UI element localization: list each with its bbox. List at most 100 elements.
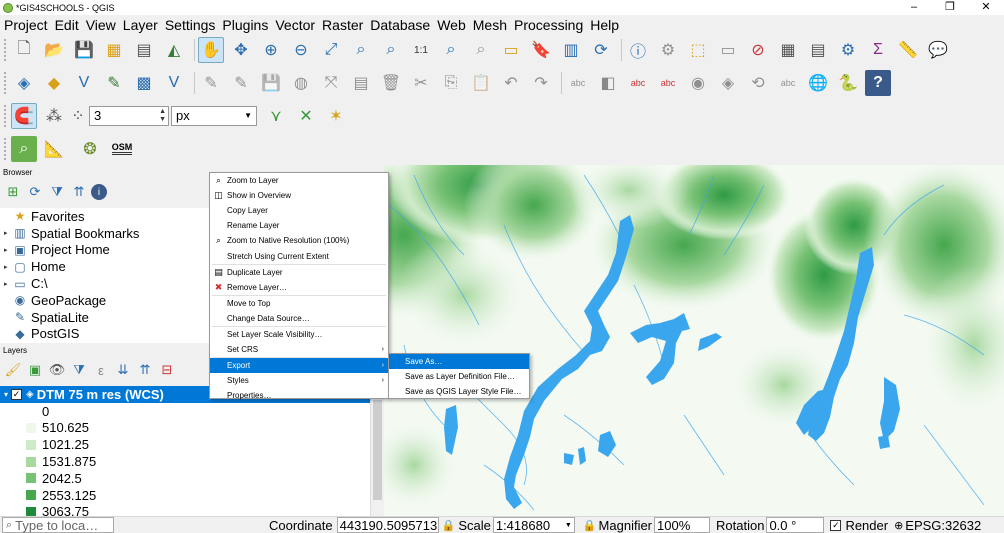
copy-features-icon[interactable]: ⎘ (438, 70, 464, 96)
tracing-icon[interactable]: ✶ (323, 103, 349, 129)
zoom-out-icon[interactable]: ⊖ (288, 37, 314, 63)
add-raster-layer-icon[interactable]: ✎ (101, 70, 127, 96)
python-console-icon[interactable]: 🐍 (835, 70, 861, 96)
show-bookmarks-icon[interactable]: ▥ (558, 37, 584, 63)
menu-settings[interactable]: Settings (165, 17, 216, 33)
pin-labels-icon[interactable]: ◧ (595, 70, 621, 96)
context-menu-item-copy-layer[interactable]: Copy Layer (210, 203, 388, 218)
zoom-next-icon[interactable]: ⌕ (468, 37, 494, 63)
close-button[interactable]: ✕ (968, 0, 1004, 15)
expand-arrow-icon[interactable]: ▸ (4, 280, 13, 288)
add-wms-layer-icon[interactable]: V (161, 70, 187, 96)
context-menu-item-properties[interactable]: Properties… (210, 388, 388, 403)
help-icon[interactable]: ? (865, 69, 891, 96)
render-checkbox[interactable]: ✓ (830, 519, 842, 531)
add-mesh-layer-icon[interactable]: ▩ (131, 70, 157, 96)
open-attribute-table-icon[interactable]: ▦ (775, 37, 801, 63)
minimize-button[interactable]: – (896, 0, 932, 15)
context-menu-item-remove-layer[interactable]: ✖ Remove Layer… (210, 280, 388, 295)
filter-legend-icon[interactable]: ⧩ (69, 360, 89, 380)
modify-attributes-icon[interactable]: ▤ (348, 70, 374, 96)
context-menu-item-change-data-source[interactable]: Change Data Source… (210, 311, 388, 326)
delete-selected-icon[interactable]: 🗑 (378, 70, 404, 96)
crs-globe-icon[interactable]: ⊕ (894, 519, 903, 532)
stepper-arrows-icon[interactable]: ▲ ▼ (159, 108, 166, 124)
new-project-icon[interactable]: 🗋 (11, 37, 37, 63)
collapse-all-icon[interactable]: ⇈ (135, 360, 155, 380)
plugin-globe-icon[interactable]: ❂ (77, 136, 103, 162)
deselect-all-icon[interactable]: ⊘ (745, 37, 771, 63)
open-project-icon[interactable]: 📂 (41, 37, 67, 63)
pan-to-selection-icon[interactable]: ✥ (228, 37, 254, 63)
add-layer-icon[interactable]: ⊞ (3, 182, 23, 202)
coordinate-field[interactable]: 443190.5095713 (336, 517, 439, 533)
new-geopackage-layer-icon[interactable]: ◆ (41, 70, 67, 96)
pan-map-icon[interactable]: ✋ (198, 37, 224, 63)
context-menu-item-set-layer-scale-visibility[interactable]: Set Layer Scale Visibility… (210, 327, 388, 342)
menu-web[interactable]: Web (437, 17, 466, 33)
filter-icon[interactable]: ⧩ (47, 182, 67, 202)
filter-expression-icon[interactable]: ε (91, 360, 111, 380)
context-menu-item-zoom-to-native-resolution-100[interactable]: ⌕ Zoom to Native Resolution (100%) (210, 233, 388, 248)
menu-help[interactable]: Help (590, 17, 619, 33)
zoom-to-layer-icon[interactable]: ⌕ (378, 37, 404, 63)
layer-visibility-checkbox[interactable]: ✓ (11, 388, 23, 400)
expand-arrow-icon[interactable]: ▸ (4, 229, 13, 237)
snapping-type-icon[interactable]: ⁘ (71, 103, 85, 129)
expand-arrow-icon[interactable]: ▸ (4, 263, 13, 271)
new-spatialite-layer-icon[interactable]: 🌐 (805, 70, 831, 96)
select-features-icon[interactable]: ⬚ (685, 37, 711, 63)
highlight-pinned-icon[interactable]: abc (625, 70, 651, 96)
context-menu-item-set-crs[interactable]: Set CRS › (210, 342, 388, 357)
redo-icon[interactable]: ↷ (528, 70, 554, 96)
statistical-summary-icon[interactable]: ▤ (805, 37, 831, 63)
context-menu-item-stretch-using-current-extent[interactable]: Stretch Using Current Extent (210, 248, 388, 263)
menu-project[interactable]: Project (4, 17, 48, 33)
map-tips-icon[interactable]: 💬 (925, 37, 951, 63)
crs-label[interactable]: EPSG:32632 (905, 518, 981, 533)
maximize-button[interactable]: ❐ (932, 0, 968, 15)
vertex-tool-icon[interactable]: ⤧ (318, 70, 344, 96)
layers-scrollbar[interactable] (370, 386, 384, 516)
topological-editing-icon[interactable]: ⋎ (263, 103, 289, 129)
style-manager-icon[interactable]: ◭ (161, 37, 187, 63)
snapping-mode-icon[interactable]: ⁂ (41, 103, 67, 129)
toggle-editing-icon[interactable]: ✎ (228, 70, 254, 96)
menu-database[interactable]: Database (370, 17, 430, 33)
locator-search[interactable]: ⌕ Type to loca… (2, 517, 114, 533)
scale-lock-icon[interactable]: 🔒 (442, 519, 456, 532)
context-menu-item-zoom-to-layer[interactable]: ⌕ Zoom to Layer (210, 173, 388, 188)
menu-raster[interactable]: Raster (322, 17, 363, 33)
show-hide-labels-icon[interactable]: ◉ (685, 70, 711, 96)
new-bookmark-icon[interactable]: 🔖 (528, 37, 554, 63)
toolbar-grip[interactable] (4, 104, 8, 127)
menu-layer[interactable]: Layer (123, 17, 158, 33)
rotate-label-icon[interactable]: ⟲ (745, 70, 771, 96)
menu-item-save-style-file[interactable]: Save as QGIS Layer Style File… (389, 384, 529, 399)
zoom-native-icon[interactable]: 1:1 (408, 37, 434, 63)
menu-item-save-layer-definition[interactable]: Save as Layer Definition File… (389, 369, 529, 384)
refresh-icon[interactable]: ⟳ (588, 37, 614, 63)
snapping-magnet-icon[interactable]: 🧲 (11, 102, 37, 129)
save-project-icon[interactable]: 💾 (71, 37, 97, 63)
action-settings-icon[interactable]: ⚙ (655, 37, 681, 63)
context-menu-item-rename-layer[interactable]: Rename Layer (210, 218, 388, 233)
snap-tolerance-input[interactable]: 3 ▲ ▼ (89, 105, 169, 126)
zoom-in-icon[interactable]: ⊕ (258, 37, 284, 63)
toolbar-grip[interactable] (4, 39, 8, 61)
add-group-icon[interactable]: ▣ (25, 360, 45, 380)
plugin-ruler-icon[interactable]: 📐 (41, 136, 67, 162)
menu-item-save-as[interactable]: Save As… (389, 354, 529, 370)
context-menu-item-duplicate-layer[interactable]: ▤ Duplicate Layer (210, 265, 388, 280)
new-print-layout-icon[interactable]: ▦ (101, 37, 127, 63)
data-source-manager-icon[interactable]: ◈ (11, 70, 37, 96)
context-menu-item-styles[interactable]: Styles › (210, 373, 388, 388)
toolbox-icon[interactable]: ⚙ (835, 37, 861, 63)
paste-features-icon[interactable]: 📋 (468, 70, 494, 96)
menu-mesh[interactable]: Mesh (473, 17, 507, 33)
new-map-view-icon[interactable]: ▭ (498, 37, 524, 63)
current-edits-icon[interactable]: ✎ (198, 70, 224, 96)
zoom-to-selection-icon[interactable]: ⌕ (348, 37, 374, 63)
expand-arrow-icon[interactable]: ▸ (4, 246, 13, 254)
expand-all-icon[interactable]: ⇊ (113, 360, 133, 380)
